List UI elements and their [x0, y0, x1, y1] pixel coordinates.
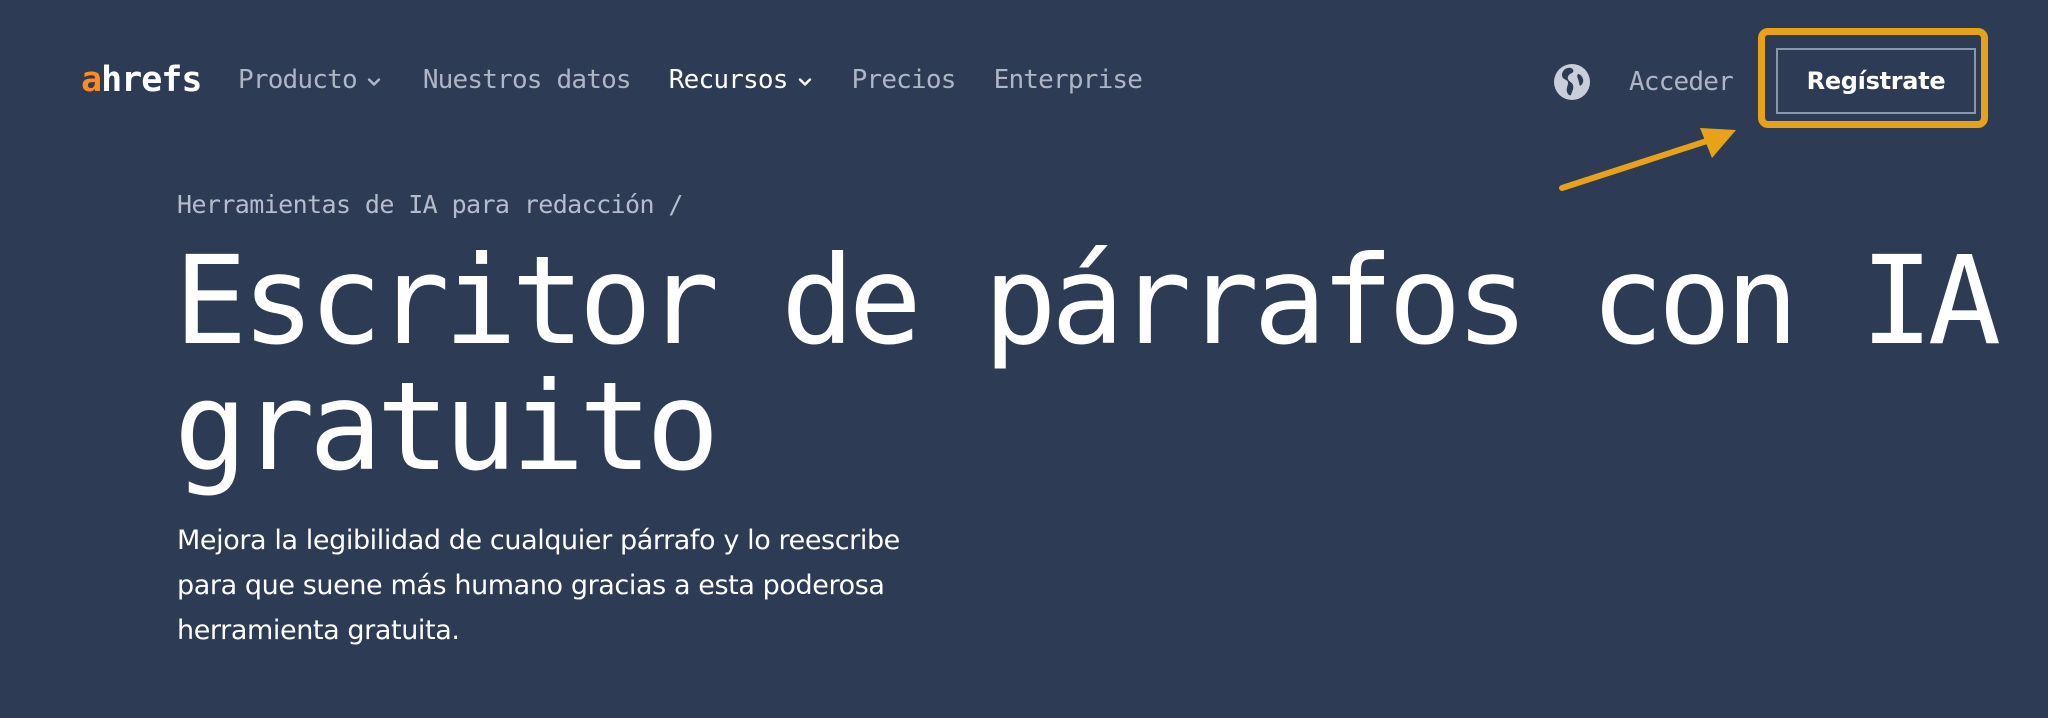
login-link[interactable]: Acceder	[1629, 58, 1734, 106]
nav-item-enterprise[interactable]: Enterprise	[994, 65, 1143, 95]
logo-letter-a: a	[81, 60, 102, 100]
annotation-arrow	[1559, 128, 1736, 191]
description-line: para que suene más humano gracias a esta…	[177, 570, 885, 601]
ahrefs-logo[interactable]: ahrefs	[81, 56, 202, 104]
nav-item-precios[interactable]: Precios	[851, 65, 957, 95]
nav-menu: Producto Nuestros datos Recursos Precios…	[238, 56, 1143, 104]
chevron-down-icon	[365, 73, 383, 91]
chevron-down-icon	[796, 73, 814, 91]
page-description: Mejora la legibilidad de cualquier párra…	[177, 518, 957, 653]
nav-item-label: Precios	[851, 65, 957, 95]
description-line: Mejora la legibilidad de cualquier párra…	[177, 525, 900, 556]
page-title-line: gratuito	[174, 356, 720, 498]
logo-text: hrefs	[101, 60, 202, 100]
nav-item-label: Recursos	[668, 65, 789, 95]
nav-item-label: Producto	[238, 65, 358, 95]
page-title-line: Escritor de párrafos con IA	[174, 230, 2001, 372]
breadcrumb-link[interactable]: Herramientas de IA para redacción /	[177, 190, 683, 219]
nav-item-producto[interactable]: Producto	[238, 65, 383, 95]
page-title: Escritor de párrafos con IA gratuito	[174, 230, 2001, 498]
description-line: herramienta gratuita.	[177, 615, 460, 646]
nav-item-label: Enterprise	[993, 65, 1143, 95]
breadcrumb: Herramientas de IA para redacción /	[177, 190, 683, 219]
globe-icon[interactable]	[1552, 62, 1592, 102]
nav-item-label: Nuestros datos	[422, 65, 632, 95]
top-navigation: ahrefs Producto Nuestros datos Recursos …	[0, 0, 2048, 191]
signup-button[interactable]: Regístrate	[1776, 48, 1976, 114]
nav-item-recursos[interactable]: Recursos	[669, 65, 814, 95]
nav-item-nuestros-datos[interactable]: Nuestros datos	[422, 65, 632, 95]
